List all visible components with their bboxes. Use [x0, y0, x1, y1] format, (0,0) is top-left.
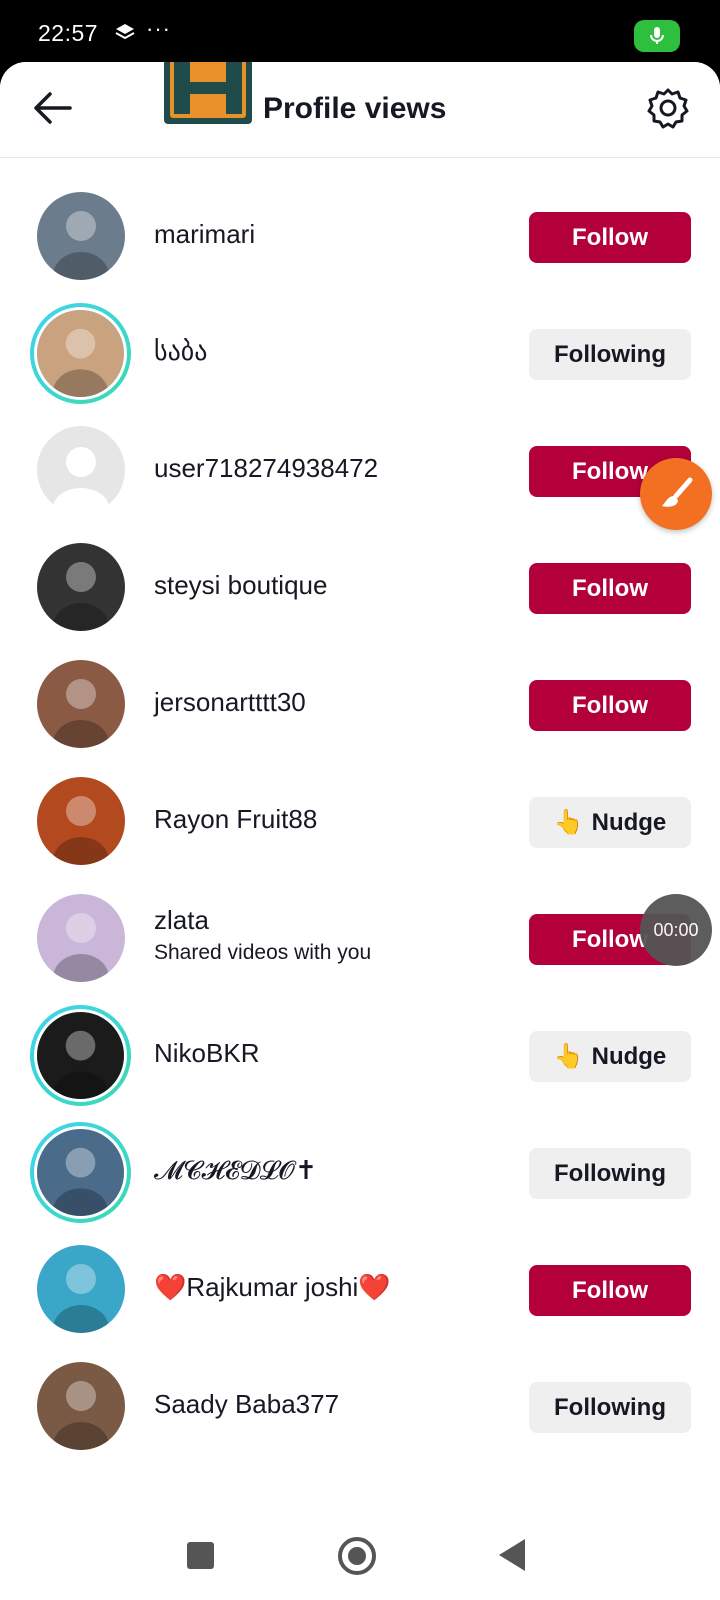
username[interactable]: Rayon Fruit88	[154, 804, 317, 835]
avatar-photo	[37, 777, 125, 865]
username[interactable]: jersonartttt30	[154, 687, 306, 718]
button-label: Following	[554, 340, 666, 368]
avatar[interactable]	[37, 1362, 125, 1450]
username[interactable]: 𝓜𝓒𝓗𝓔𝓓𝓛𝓞✝	[154, 1155, 317, 1187]
follow-button[interactable]: Follow	[529, 1265, 691, 1316]
system-navigation-bar	[0, 1512, 720, 1600]
avatar-photo	[37, 1012, 124, 1099]
username[interactable]: NikoBKR	[154, 1038, 259, 1069]
back-button[interactable]	[28, 84, 76, 132]
list-item[interactable]: ❤️Rajkumar joshi❤️ Follow	[0, 1232, 720, 1349]
list-item[interactable]: NikoBKR 👆 Nudge	[0, 998, 720, 1115]
avatar-photo	[37, 192, 125, 280]
follow-button[interactable]: Follow	[529, 563, 691, 614]
button-label: Following	[554, 1393, 666, 1421]
layers-icon	[115, 24, 135, 40]
following-button[interactable]: Following	[529, 329, 691, 380]
username[interactable]: steysi boutique	[154, 570, 327, 601]
pointing-hand-icon: 👆	[553, 1043, 584, 1070]
gear-icon	[647, 88, 689, 129]
avatar[interactable]	[30, 303, 131, 404]
microphone-indicator[interactable]	[634, 20, 680, 52]
header: Profile views	[0, 62, 720, 158]
paintbrush-button[interactable]	[640, 458, 712, 530]
avatar[interactable]	[30, 1122, 131, 1223]
list-item[interactable]: steysi boutique Follow	[0, 530, 720, 647]
username[interactable]: საბა	[154, 336, 207, 367]
list-item[interactable]: 𝓜𝓒𝓗𝓔𝓓𝓛𝓞✝ Following	[0, 1115, 720, 1232]
button-label: Follow	[572, 574, 648, 602]
avatar-photo	[37, 1129, 124, 1216]
button-label: Nudge	[591, 1042, 667, 1070]
button-label: Follow	[572, 1276, 648, 1304]
following-button[interactable]: Following	[529, 1382, 691, 1433]
status-time: 22:57	[38, 20, 99, 46]
following-button[interactable]: Following	[529, 1148, 691, 1199]
avatar-photo	[37, 1245, 125, 1333]
screen-recorder-timer[interactable]: 00:00	[640, 894, 712, 966]
username[interactable]: user718274938472	[154, 453, 378, 484]
sticker-image	[164, 62, 252, 124]
status-bar: 22:57 ···	[0, 0, 720, 68]
list-item[interactable]: zlata Shared videos with you Follow	[0, 881, 720, 998]
avatar-photo	[37, 894, 125, 982]
list-item[interactable]: jersonartttt30 Follow	[0, 647, 720, 764]
follow-button[interactable]: Follow	[529, 212, 691, 263]
button-label: Follow	[572, 223, 648, 251]
username[interactable]: Saady Baba377	[154, 1389, 339, 1420]
list-item[interactable]: Rayon Fruit88 👆 Nudge	[0, 764, 720, 881]
recents-button[interactable]	[187, 1542, 214, 1569]
list-item[interactable]: user718274938472 Follow	[0, 413, 720, 530]
username[interactable]: marimari	[154, 219, 255, 250]
button-label: Follow	[572, 925, 648, 953]
avatar-photo	[37, 660, 125, 748]
button-label: Follow	[572, 691, 648, 719]
nudge-button[interactable]: 👆 Nudge	[529, 797, 691, 848]
list-item[interactable]: Saady Baba377 Following	[0, 1349, 720, 1466]
microphone-icon	[650, 27, 664, 44]
home-button[interactable]	[338, 1537, 376, 1575]
avatar[interactable]	[37, 777, 125, 865]
user-subtitle: Shared videos with you	[154, 941, 372, 964]
app-window: Profile views marimari Follow საბა Followin…	[0, 62, 720, 1512]
button-label: Nudge	[591, 808, 667, 836]
avatar[interactable]	[37, 1245, 125, 1333]
profile-views-list: marimari Follow საბა Following user718274938…	[0, 179, 720, 1466]
avatar[interactable]	[37, 426, 125, 514]
avatar-photo	[37, 1362, 125, 1450]
username[interactable]: zlata	[154, 905, 209, 936]
system-back-button[interactable]	[499, 1539, 525, 1571]
avatar[interactable]	[37, 660, 125, 748]
avatar[interactable]	[37, 894, 125, 982]
avatar[interactable]	[37, 543, 125, 631]
avatar[interactable]	[30, 1005, 131, 1106]
more-notifications-icon: ···	[146, 16, 171, 41]
paintbrush-icon	[662, 477, 693, 507]
follow-button[interactable]: Follow	[529, 680, 691, 731]
arrow-left-icon	[34, 92, 72, 124]
button-label: Following	[554, 1159, 666, 1187]
username[interactable]: ❤️Rajkumar joshi❤️	[154, 1272, 391, 1303]
avatar-photo	[37, 310, 124, 397]
settings-button[interactable]	[644, 84, 692, 132]
avatar-photo	[37, 543, 125, 631]
list-item[interactable]: marimari Follow	[0, 179, 720, 296]
default-avatar-icon	[37, 426, 125, 514]
list-item[interactable]: საბა Following	[0, 296, 720, 413]
button-label: Follow	[572, 457, 648, 485]
pointing-hand-icon: 👆	[553, 809, 584, 836]
nudge-button[interactable]: 👆 Nudge	[529, 1031, 691, 1082]
page-title: Profile views	[263, 92, 447, 125]
avatar[interactable]	[37, 192, 125, 280]
